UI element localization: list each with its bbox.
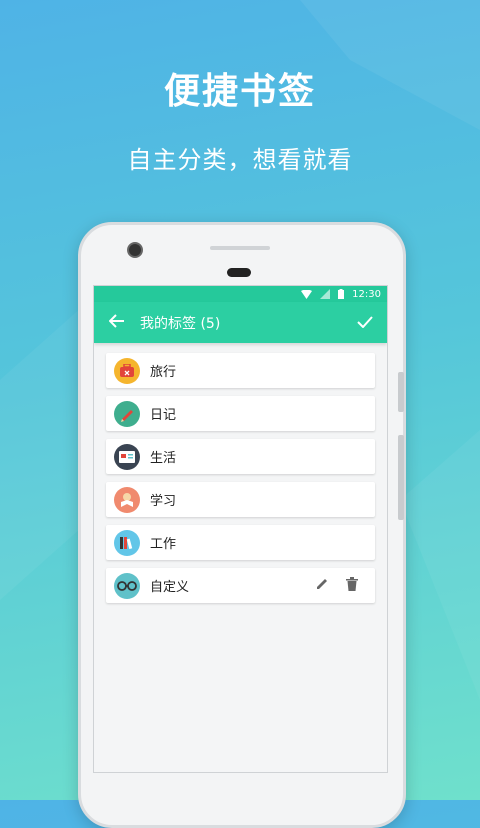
pen-icon <box>114 400 140 427</box>
edit-button[interactable] <box>307 576 337 595</box>
delete-button[interactable] <box>337 576 367 595</box>
folder-icon <box>114 529 140 556</box>
wifi-icon <box>301 289 313 299</box>
suitcase-icon <box>114 357 140 384</box>
tag-list: 旅行 日记 生活 学习 工作 自定义 <box>94 343 387 603</box>
tag-item-study[interactable]: 学习 <box>106 482 375 517</box>
phone-screen: 12:30 我的标签 (5) 旅行 日记 生活 学习 工作 自定义 <box>93 285 388 773</box>
promo-title: 便捷书签 <box>163 71 316 112</box>
tag-item-life[interactable]: 生活 <box>106 439 375 474</box>
tag-item-custom[interactable]: 自定义 <box>106 568 375 603</box>
tag-label: 学习 <box>150 494 177 509</box>
battery-icon <box>338 289 345 299</box>
trash-icon <box>346 577 358 591</box>
page-title: 我的标签 (5) <box>140 315 221 332</box>
card-icon <box>114 443 140 470</box>
back-button[interactable] <box>94 312 140 333</box>
arrow-left-icon <box>108 314 124 328</box>
status-bar: 12:30 <box>94 286 387 302</box>
glasses-icon <box>114 572 140 599</box>
tag-item-diary[interactable]: 日记 <box>106 396 375 431</box>
tag-label: 自定义 <box>150 580 190 595</box>
promo-subtitle: 自主分类，想看就看 <box>127 146 353 174</box>
tag-item-travel[interactable]: 旅行 <box>106 353 375 388</box>
signal-icon <box>320 289 331 299</box>
edit-icon <box>317 579 327 589</box>
front-camera <box>127 242 143 258</box>
phone-volume-button <box>398 435 404 520</box>
tag-label: 工作 <box>150 537 177 552</box>
reader-icon <box>114 486 140 513</box>
app-bar: 我的标签 (5) <box>94 302 387 343</box>
tag-label: 日记 <box>150 408 177 423</box>
tag-label: 生活 <box>150 451 177 466</box>
check-icon <box>357 316 373 329</box>
phone-earpiece <box>227 268 251 277</box>
status-time: 12:30 <box>352 288 381 300</box>
phone-power-button <box>398 372 404 412</box>
phone-sensor-bar <box>210 246 270 250</box>
tag-item-work[interactable]: 工作 <box>106 525 375 560</box>
confirm-button[interactable] <box>343 313 387 332</box>
tag-label: 旅行 <box>150 365 177 380</box>
